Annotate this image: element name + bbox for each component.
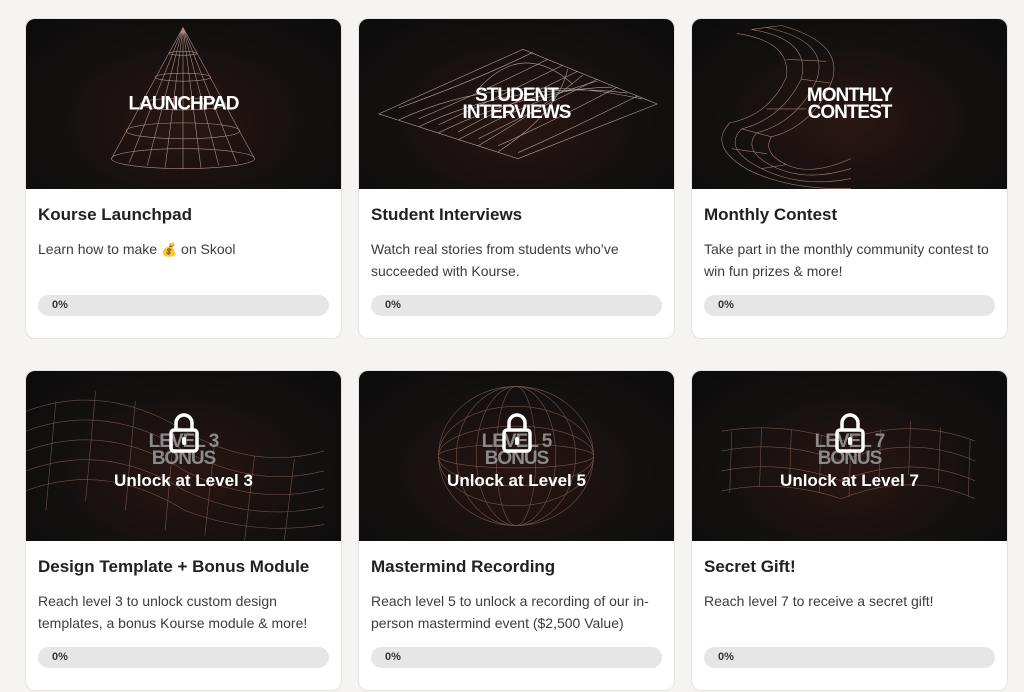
course-title: Secret Gift! <box>704 557 796 576</box>
unlock-label: Unlock at Level 3 <box>114 471 253 490</box>
course-description: Watch real stories from students who’ve … <box>371 241 619 279</box>
cover-title: STUDENT INTERVIEWS <box>462 85 572 123</box>
unlock-label: Unlock at Level 5 <box>447 471 586 490</box>
course-title: Kourse Launchpad <box>38 205 192 224</box>
course-description: Learn how to make 💰 on Skool <box>38 241 236 258</box>
course-description: Reach level 3 to unlock custom design te… <box>38 593 308 631</box>
progress-label: 0% <box>52 651 68 663</box>
cover-title: LAUNCHPAD <box>128 93 240 115</box>
progress-label: 0% <box>385 651 401 663</box>
course-card-mastermind-recording[interactable]: LEVEL 5 BONUS Unlock at Level 5 Mastermi… <box>358 370 675 691</box>
course-title: Monthly Contest <box>704 205 838 224</box>
course-title: Design Template + Bonus Module <box>38 557 310 576</box>
course-card-student-interviews[interactable]: STUDENT INTERVIEWS Student Interviews Wa… <box>358 18 675 339</box>
course-card-secret-gift[interactable]: LEVEL 7 BONUS Unlock at Level 7 Secret G… <box>691 370 1008 691</box>
course-card-launchpad[interactable]: LAUNCHPAD Kourse Launchpad Learn how to … <box>25 18 342 339</box>
course-cover: MONTHLY CONTEST <box>692 19 1007 189</box>
course-cover: STUDENT INTERVIEWS <box>359 19 674 189</box>
progress-bar: 0% <box>704 647 995 668</box>
lock-icon <box>834 413 865 453</box>
course-description: Reach level 7 to receive a secret gift! <box>704 593 934 609</box>
lock-icon <box>501 413 532 453</box>
course-cover: LEVEL 3 BONUS Unlock at Level 3 <box>26 371 341 541</box>
unlock-label: Unlock at Level 7 <box>780 471 919 490</box>
course-title: Student Interviews <box>371 205 523 224</box>
course-cover: LEVEL 5 BONUS Unlock at Level 5 <box>359 371 674 541</box>
course-card-monthly-contest[interactable]: MONTHLY CONTEST Monthly Contest Take par… <box>691 18 1008 339</box>
progress-label: 0% <box>385 299 401 311</box>
course-description: Take part in the monthly community conte… <box>704 241 989 279</box>
progress-bar: 0% <box>704 295 995 316</box>
course-card-design-template[interactable]: LEVEL 3 BONUS Unlock at Level 3 Design T… <box>25 370 342 691</box>
cover-title: MONTHLY CONTEST <box>806 85 893 123</box>
progress-bar: 0% <box>38 295 329 316</box>
lock-icon <box>168 413 199 453</box>
course-description: Reach level 5 to unlock a recording of o… <box>371 593 649 631</box>
progress-label: 0% <box>52 299 68 311</box>
progress-label: 0% <box>718 299 734 311</box>
course-cover: LAUNCHPAD <box>26 19 341 189</box>
progress-label: 0% <box>718 651 734 663</box>
course-grid: LAUNCHPAD Kourse Launchpad Learn how to … <box>25 18 1008 691</box>
course-title: Mastermind Recording <box>371 557 556 576</box>
progress-bar: 0% <box>371 295 662 316</box>
money-bag-icon: 💰 <box>160 243 178 258</box>
course-cover: LEVEL 7 BONUS Unlock at Level 7 <box>692 371 1007 541</box>
progress-bar: 0% <box>38 647 329 668</box>
progress-bar: 0% <box>371 647 662 668</box>
